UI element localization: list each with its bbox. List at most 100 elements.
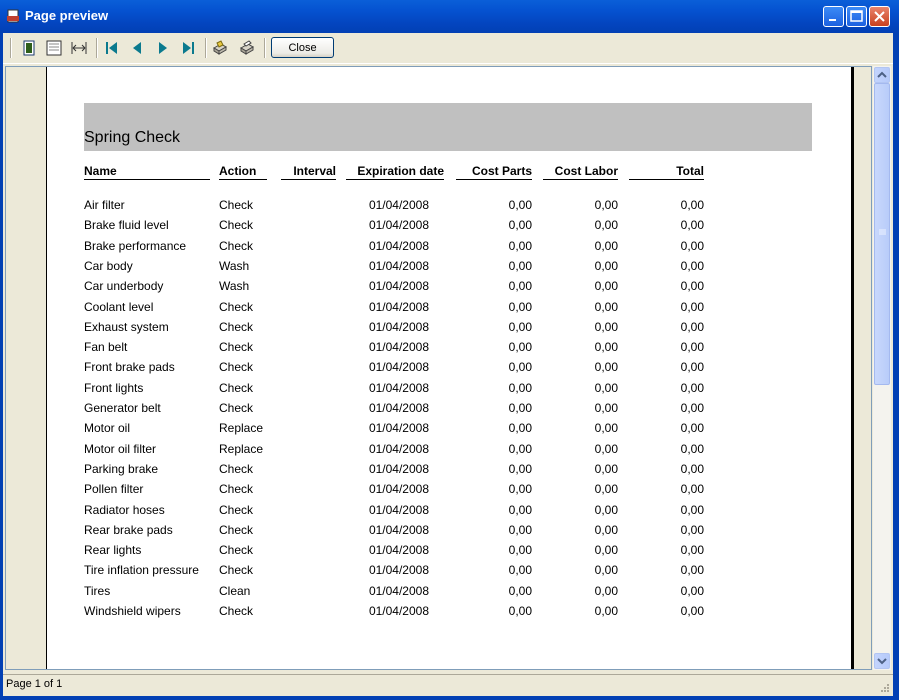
cell-expiration-date: 01/04/2008 — [368, 360, 429, 375]
close-button[interactable]: Close — [271, 37, 334, 58]
window-border-right — [893, 33, 899, 700]
cell-total: 0,00 — [680, 279, 704, 294]
cell-action: Check — [219, 482, 254, 497]
cell-cost-labor: 0,00 — [594, 461, 618, 476]
next-page-icon[interactable] — [154, 39, 172, 57]
cell-action: Check — [219, 319, 254, 334]
cell-cost-labor: 0,00 — [594, 218, 618, 233]
cell-expiration-date: 01/04/2008 — [368, 198, 429, 212]
cell-action: Wash — [219, 258, 250, 273]
table-row: Rear brake pads Check 01/04/2008 0,00 0,00 0,… — [47, 523, 847, 543]
cell-cost-parts: 0,00 — [508, 441, 532, 456]
cell-total: 0,00 — [680, 380, 704, 395]
cell-cost-parts: 0,00 — [508, 482, 532, 497]
cell-cost-labor: 0,00 — [594, 441, 618, 456]
cell-total: 0,00 — [680, 604, 704, 618]
table-row: Motor oil filter Replace 01/04/2008 0,00 0,0… — [47, 442, 847, 462]
header-total: Total — [629, 164, 704, 180]
cell-expiration-date: 01/04/2008 — [368, 522, 429, 537]
table-row: Fan belt Check 01/04/2008 0,00 0,00 0,00 — [47, 340, 847, 360]
cell-total: 0,00 — [680, 401, 704, 415]
cell-cost-parts: 0,00 — [508, 279, 532, 294]
header-cost-parts: Cost Parts — [456, 164, 532, 180]
table-row: Pollen filter Check 01/04/2008 0,00 0,00 0,00 — [47, 482, 847, 502]
cell-total: 0,00 — [680, 543, 704, 558]
header-name: Name — [84, 164, 210, 180]
maximize-button[interactable] — [846, 6, 867, 27]
cell-action: Check — [219, 218, 254, 233]
cell-name: Front lights — [84, 380, 144, 395]
minimize-button[interactable] — [823, 6, 844, 27]
cell-cost-labor: 0,00 — [594, 401, 618, 415]
cell-total: 0,00 — [680, 421, 704, 436]
cell-cost-labor: 0,00 — [594, 482, 618, 497]
cell-action: Check — [219, 401, 254, 415]
window-close-button[interactable] — [869, 6, 890, 27]
cell-name: Car body — [84, 258, 133, 273]
resize-grip-icon[interactable] — [878, 683, 890, 695]
table-row: Exhaust system Check 01/04/2008 0,00 0,00 0,0… — [47, 320, 847, 340]
cell-total: 0,00 — [680, 319, 704, 334]
scroll-down-button[interactable] — [874, 653, 890, 669]
scroll-thumb[interactable] — [874, 83, 890, 385]
table-row: Tire inflation pressure Check 01/04/2008 0,… — [47, 563, 847, 583]
cell-cost-parts: 0,00 — [508, 218, 532, 233]
cell-cost-parts: 0,00 — [508, 340, 532, 355]
cell-cost-labor: 0,00 — [594, 604, 618, 618]
cell-name: Tires — [84, 583, 111, 598]
cell-action: Check — [219, 340, 254, 355]
cell-expiration-date: 01/04/2008 — [368, 238, 429, 253]
preview-area[interactable]: Spring Check Name Action Interval Expira… — [5, 66, 872, 670]
grip-icon — [879, 229, 886, 235]
report-title-band: Spring Check — [84, 103, 812, 151]
cell-expiration-date: 01/04/2008 — [368, 258, 429, 273]
report-page: Spring Check Name Action Interval Expira… — [46, 67, 854, 669]
first-page-icon[interactable] — [102, 39, 120, 57]
page-count: Page 1 of 1 — [6, 678, 63, 690]
table-row: Air filter Check 01/04/2008 0,00 0,00 0,00 — [47, 198, 847, 218]
cell-total: 0,00 — [680, 522, 704, 537]
table-row: Brake fluid level Check 01/04/2008 0,00 0,00… — [47, 218, 847, 238]
cell-action: Wash — [219, 279, 250, 294]
previous-page-icon[interactable] — [128, 39, 146, 57]
table-row: Rear lights Check 01/04/2008 0,00 0,00 0,00 — [47, 543, 847, 563]
cell-name: Motor oil — [84, 421, 131, 436]
cell-expiration-date: 01/04/2008 — [368, 319, 429, 334]
minimize-icon — [829, 19, 836, 21]
fit-width-icon[interactable] — [70, 39, 88, 57]
cell-action: Check — [219, 522, 254, 537]
cell-cost-labor: 0,00 — [594, 502, 618, 517]
cell-total: 0,00 — [680, 461, 704, 476]
cell-action: Replace — [219, 441, 264, 456]
print-setup-icon[interactable] — [211, 39, 229, 57]
status-bar: Page 1 of 1 — [0, 674, 899, 697]
cell-cost-parts: 0,00 — [508, 299, 532, 314]
cell-action: Check — [219, 380, 254, 395]
title-bar: Page preview — [0, 0, 899, 33]
cell-cost-parts: 0,00 — [508, 360, 532, 375]
window-title: Page preview — [25, 8, 109, 23]
print-icon[interactable] — [238, 39, 256, 57]
cell-expiration-date: 01/04/2008 — [368, 380, 429, 395]
cell-cost-parts: 0,00 — [508, 461, 532, 476]
cell-name: Windshield wipers — [84, 604, 181, 618]
close-icon — [874, 11, 885, 22]
table-row: Generator belt Check 01/04/2008 0,00 0,00 0,0… — [47, 401, 847, 421]
cell-expiration-date: 01/04/2008 — [368, 218, 429, 233]
cell-cost-parts: 0,00 — [508, 502, 532, 517]
cell-total: 0,00 — [680, 583, 704, 598]
cell-name: Rear brake pads — [84, 522, 173, 537]
vertical-scrollbar[interactable] — [872, 66, 891, 670]
cell-total: 0,00 — [680, 502, 704, 517]
cell-action: Check — [219, 198, 254, 212]
page-width-icon[interactable] — [45, 39, 63, 57]
chevron-up-icon — [877, 71, 887, 78]
scroll-up-button[interactable] — [874, 67, 890, 83]
cell-cost-labor: 0,00 — [594, 238, 618, 253]
whole-page-icon[interactable] — [20, 39, 38, 57]
cell-expiration-date: 01/04/2008 — [368, 299, 429, 314]
last-page-icon[interactable] — [180, 39, 198, 57]
cell-cost-labor: 0,00 — [594, 299, 618, 314]
cell-cost-labor: 0,00 — [594, 583, 618, 598]
table-row: Tires Clean 01/04/2008 0,00 0,00 0,00 — [47, 584, 847, 604]
